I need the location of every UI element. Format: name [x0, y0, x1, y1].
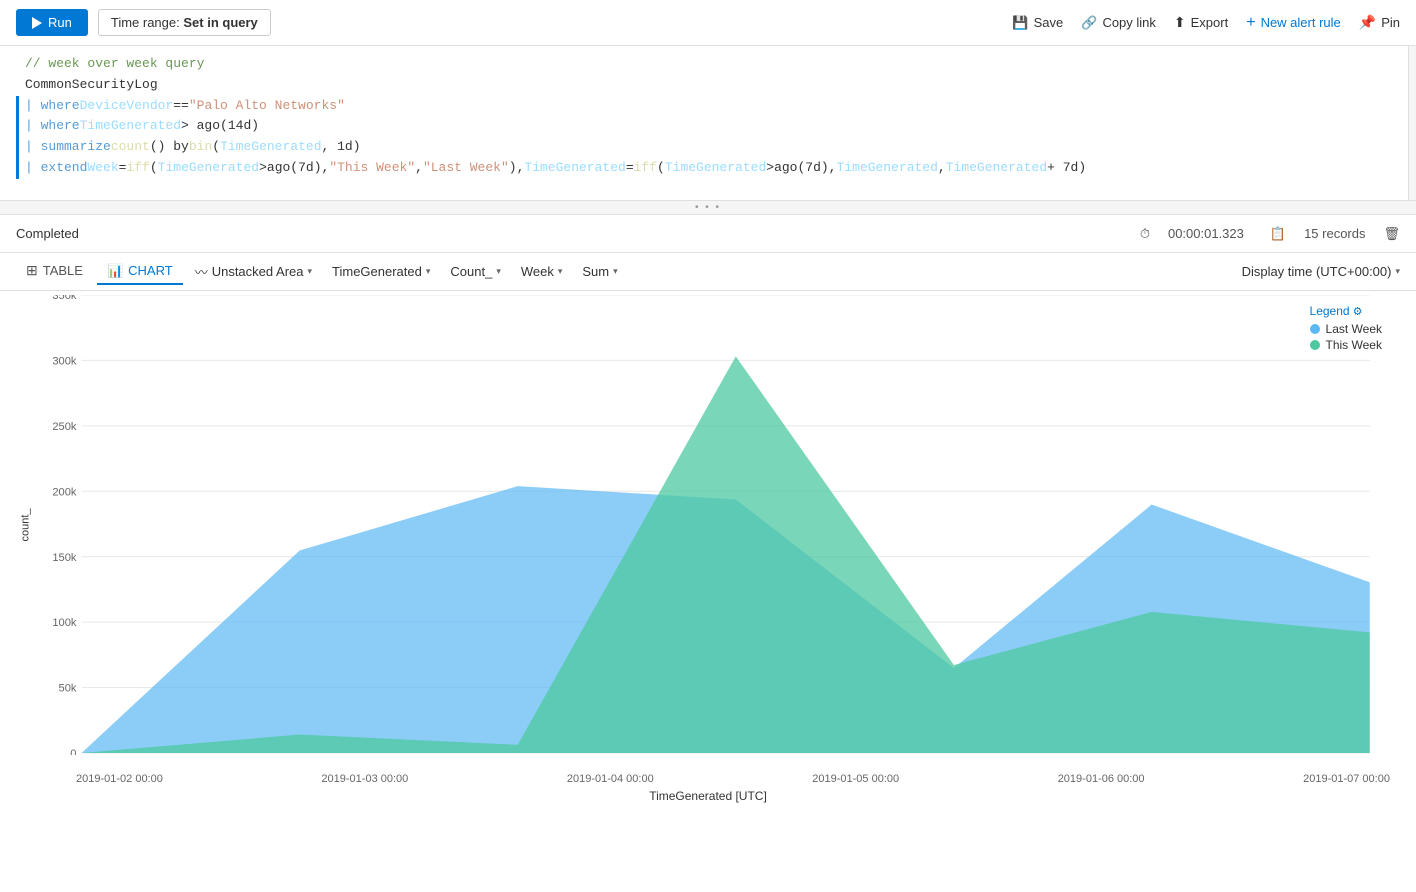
copy-link-icon: 🔗 — [1081, 15, 1097, 31]
status-records: 15 records — [1304, 226, 1365, 241]
chevron-down-icon: ▾ — [307, 266, 312, 277]
time-range-label: Time range: — [111, 15, 180, 30]
pin-icon: 📌 — [1359, 14, 1376, 31]
code-line-3: | where DeviceVendor == "Palo Alto Netwo… — [16, 96, 1400, 117]
save-label: Save — [1034, 15, 1064, 30]
toolbar-right: 💾 Save 🔗 Copy link ⬆ Export + New alert … — [1012, 14, 1400, 32]
legend-item-this-week: This Week — [1310, 338, 1382, 352]
view-tabs-left: ⊞ TABLE 📊 CHART 〰 Unstacked Area ▾ TimeG… — [16, 258, 626, 285]
svg-text:200k: 200k — [52, 486, 77, 498]
svg-text:150k: 150k — [52, 552, 77, 564]
svg-text:350k: 350k — [52, 295, 77, 302]
chevron-down-icon: ▾ — [558, 266, 563, 277]
vertical-scrollbar[interactable] — [1408, 46, 1416, 200]
copy-link-button[interactable]: 🔗 Copy link — [1081, 15, 1156, 31]
status-right: ⏱ 00:00:01.323 📋 15 records 🗑 — [1140, 226, 1400, 242]
legend-dot-this-week — [1310, 340, 1320, 350]
chevron-down-icon: ▾ — [496, 266, 501, 277]
display-time-label: Display time (UTC+00:00) — [1242, 264, 1392, 279]
svg-text:250k: 250k — [52, 421, 77, 433]
export-label: Export — [1191, 15, 1229, 30]
run-button[interactable]: Run — [16, 9, 88, 36]
new-alert-icon: + — [1246, 14, 1255, 32]
split-dropdown[interactable]: Week ▾ — [513, 260, 571, 283]
code-line-6: | extend Week = iff(TimeGenerated>ago(7d… — [16, 158, 1400, 179]
view-tabs: ⊞ TABLE 📊 CHART 〰 Unstacked Area ▾ TimeG… — [0, 253, 1416, 291]
chart-legend: Legend ⚙ Last Week This Week — [1302, 300, 1390, 358]
table-icon: ⊞ — [26, 262, 38, 279]
records-icon: 📋 — [1270, 226, 1286, 242]
chart-type-dropdown[interactable]: 〰 Unstacked Area ▾ — [187, 258, 320, 285]
chevron-down-icon: ▾ — [1395, 266, 1400, 277]
legend-settings-icon: ⚙ — [1353, 305, 1363, 318]
x-axis-dropdown[interactable]: TimeGenerated ▾ — [324, 260, 438, 283]
svg-text:300k: 300k — [52, 355, 77, 367]
chart-plot-area[interactable]: 350k 300k 250k 200k 150k 100k 50k 0 — [41, 295, 1390, 755]
clock-icon: ⏱ — [1140, 226, 1150, 242]
time-range-button[interactable]: Time range: Set in query — [98, 9, 271, 36]
legend-item-last-week: Last Week — [1310, 322, 1382, 336]
legend-title[interactable]: Legend ⚙ — [1310, 304, 1382, 318]
tab-table[interactable]: ⊞ TABLE — [16, 258, 93, 285]
legend-dot-last-week — [1310, 324, 1320, 334]
pin-button[interactable]: 📌 Pin — [1359, 14, 1400, 31]
x-axis-labels: 2019-01-02 00:00 2019-01-03 00:00 2019-0… — [76, 773, 1390, 785]
copy-link-label: Copy link — [1102, 15, 1155, 30]
export-button[interactable]: ⬆ Export — [1174, 14, 1228, 31]
svg-text:50k: 50k — [59, 683, 77, 695]
save-button[interactable]: 💾 Save — [1012, 15, 1063, 31]
code-line-5: | summarize count() by bin(TimeGenerated… — [16, 137, 1400, 158]
y-axis-dropdown[interactable]: Count_ ▾ — [442, 260, 508, 283]
chart-area: Legend ⚙ Last Week This Week count_ 3 — [16, 295, 1400, 805]
code-line-2: CommonSecurityLog — [16, 75, 1400, 96]
chart-svg: 350k 300k 250k 200k 150k 100k 50k 0 — [41, 295, 1390, 755]
svg-text:0: 0 — [70, 748, 76, 755]
y-axis-title-container: count_ — [16, 295, 36, 755]
new-alert-button[interactable]: + New alert rule — [1246, 14, 1341, 32]
export-icon: ⬆ — [1174, 14, 1186, 31]
delete-icon[interactable]: 🗑 — [1383, 226, 1400, 242]
x-axis-title: TimeGenerated [UTC] — [16, 789, 1400, 803]
status-bar: Completed ⏱ 00:00:01.323 📋 15 records 🗑 — [0, 215, 1416, 253]
status-time: 00:00:01.323 — [1168, 226, 1244, 241]
resize-handle[interactable]: • • • — [0, 201, 1416, 215]
code-editor[interactable]: // week over week query CommonSecurityLo… — [0, 46, 1416, 201]
svg-text:100k: 100k — [52, 617, 77, 629]
run-label: Run — [48, 15, 72, 30]
aggregation-dropdown[interactable]: Sum ▾ — [574, 260, 625, 283]
y-axis-title: count_ — [20, 508, 32, 541]
code-line-1: // week over week query — [16, 54, 1400, 75]
display-time-dropdown[interactable]: Display time (UTC+00:00) ▾ — [1242, 264, 1400, 279]
pin-label: Pin — [1381, 15, 1400, 30]
toolbar: Run Time range: Set in query 💾 Save 🔗 Co… — [0, 0, 1416, 46]
toolbar-left: Run Time range: Set in query — [16, 9, 271, 36]
chevron-down-icon: ▾ — [613, 266, 618, 277]
tab-chart[interactable]: 📊 CHART — [97, 259, 183, 285]
new-alert-label: New alert rule — [1261, 15, 1341, 30]
play-icon — [32, 17, 42, 29]
save-icon: 💾 — [1012, 15, 1028, 31]
chevron-down-icon: ▾ — [426, 266, 431, 277]
time-range-value: Set in query — [183, 15, 257, 30]
chart-icon: 📊 — [107, 263, 123, 279]
area-chart-icon: 〰 — [195, 262, 208, 281]
status-completed: Completed — [16, 226, 79, 241]
code-line-4: | where TimeGenerated > ago(14d) — [16, 116, 1400, 137]
